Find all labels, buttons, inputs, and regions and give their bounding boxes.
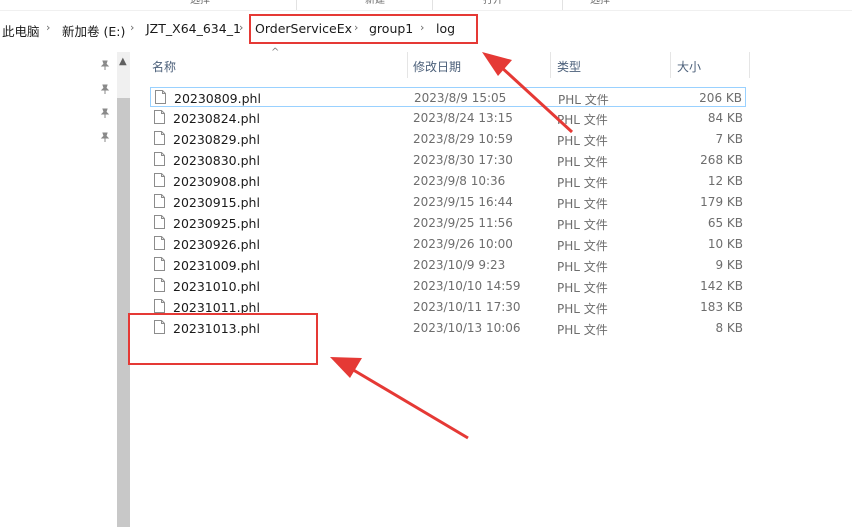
annotation-arrow-path [482, 52, 574, 134]
annotation-arrows [330, 52, 574, 440]
annotation-arrow-file [330, 357, 469, 440]
